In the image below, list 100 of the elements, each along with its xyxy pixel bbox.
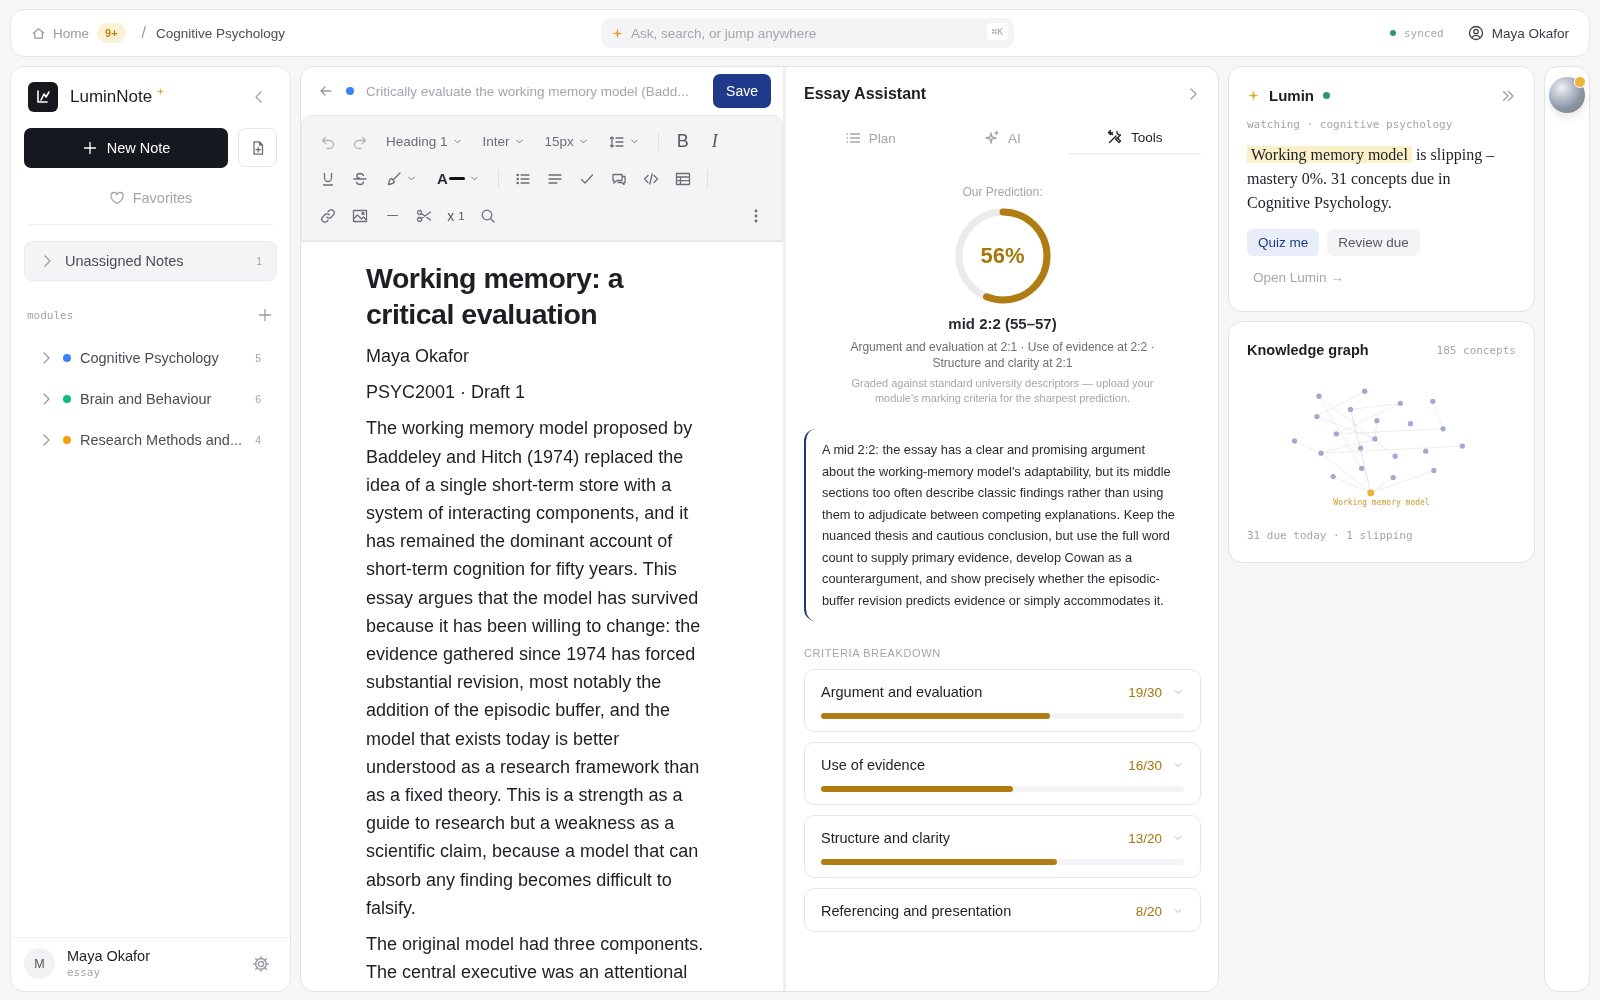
- save-button[interactable]: Save: [713, 74, 771, 108]
- prediction-label: Our Prediction:: [962, 185, 1043, 199]
- heading-dropdown[interactable]: Heading 1: [378, 127, 471, 156]
- focus-node: [1366, 489, 1374, 497]
- strikethrough-icon: [352, 170, 368, 187]
- graph-node: [1373, 418, 1380, 424]
- criterion-name: Argument and evaluation: [821, 684, 984, 700]
- scissors-icon: [416, 207, 432, 224]
- user-icon: [1467, 25, 1484, 41]
- action-button[interactable]: Quiz me: [1247, 229, 1320, 256]
- folder-name: Unassigned Notes: [65, 253, 185, 269]
- app-logo-icon: [28, 82, 58, 112]
- module-item[interactable]: Brain and Behaviour 6: [24, 378, 277, 419]
- plus-icon: [257, 307, 273, 323]
- search-icon: [480, 207, 496, 224]
- breadcrumb-link[interactable]: Cognitive Psychology: [156, 25, 286, 41]
- card-footer: 31 due today · 1 slipping: [1247, 529, 1516, 542]
- link-icon: [320, 207, 336, 224]
- graph-node: [1397, 400, 1403, 406]
- criterion-score: 16/30: [1128, 757, 1162, 773]
- unassigned-notes-item[interactable]: Unassigned Notes 1: [24, 241, 277, 281]
- sparkle-icon: [1247, 89, 1260, 102]
- body-paragraph: The working memory model proposed by Baddeley and Hitch (1974) replaced the idea of a single short-term store with a system of interacting components, and it has remained the dominant account of short-term cognition for fifty years. This essay argues that the model has survived because it has been willing to change: the evidence gathered since 1974 has forced substantial revision, most notably the addition of the episodic buffer, and the model that exists today is better understood as a research framework than as a fixed theory. This is a strength as a guide to research but a weakness as a scientific claim, because a model that can absorb any finding becomes difficult to falsify.: [366, 417, 702, 920]
- plus-icon: [81, 140, 98, 156]
- note-title: Critically evaluate the working memory model (Badd...: [366, 83, 690, 99]
- criterion-card[interactable]: Argument and evaluation 19/30: [804, 669, 1201, 732]
- grade-summary: Argument and evaluation at 2:1 · Use of evidence at 2:2 · Structure and clarity at 2:1: [849, 339, 1156, 371]
- criterion-score: 19/30: [1128, 684, 1162, 700]
- document-title: Working memory: a critical evaluation: [366, 261, 625, 332]
- graph-node: [1422, 448, 1428, 454]
- heart-icon: [108, 190, 125, 206]
- graph-node: [1459, 443, 1465, 449]
- card-subtitle: watching · cognitive psychology: [1247, 118, 1454, 131]
- concept-count: 185 concepts: [1436, 343, 1516, 357]
- graph-node: [1357, 445, 1363, 451]
- focus-node-label: Working memory model: [1333, 498, 1430, 507]
- graph-node: [1430, 467, 1436, 474]
- assistant-message: Working memory model is slipping – mastery 0%. 31 concepts due in Cognitive Psychology.: [1247, 145, 1496, 214]
- italic-button[interactable]: I: [700, 127, 729, 156]
- graph-node: [1315, 393, 1322, 399]
- breadcrumb-separator: /: [141, 24, 146, 42]
- home-icon: [31, 25, 46, 41]
- add-module-button[interactable]: [257, 307, 273, 323]
- bold-button[interactable]: B: [668, 127, 697, 156]
- module-name: Research Methods and...: [80, 431, 243, 448]
- graph-node: [1291, 438, 1297, 444]
- graph-node: [1317, 450, 1324, 456]
- card-title: Knowledge graph: [1247, 342, 1369, 358]
- graph-node: [1347, 406, 1353, 413]
- new-document-button[interactable]: [238, 128, 277, 167]
- tools-icon: [1107, 129, 1124, 145]
- font-dropdown[interactable]: Inter: [474, 127, 533, 156]
- feedback-quote: A mid 2:2: the essay has a clear and promising argument about the working-memory model's adaptability, but its middle sections too often describe classic findings rather than using them to adjudicate between competing explanations. Keep the nuanced thesis and cautious conclusion, but use the full word count to supply primary evidence, develop Cowan as a counterargument, and show precisely whether the episodic-buffer revision predicts evidence or simply accommodates it.: [804, 429, 1201, 621]
- score-percent: 56%: [980, 243, 1025, 269]
- status-dot: [346, 87, 354, 95]
- body-paragraph: The original model had three components. The central executive was an attentional: [366, 933, 705, 985]
- image-icon: [352, 207, 368, 224]
- user-name: Maya Okafor: [67, 948, 151, 964]
- graph-node: [1390, 475, 1396, 481]
- underline-icon: [320, 170, 336, 187]
- sparkle-icon: [156, 87, 166, 96]
- graph-node: [1371, 436, 1377, 442]
- criterion-card[interactable]: Structure and clarity 13/20: [804, 815, 1201, 878]
- graph-node: [1439, 426, 1446, 432]
- assistant-avatar[interactable]: [1549, 77, 1585, 113]
- criterion-name: Structure and clarity: [821, 830, 951, 846]
- module-item[interactable]: Cognitive Psychology 5: [24, 337, 277, 378]
- modules-heading: modules: [27, 308, 74, 322]
- settings-icon: [252, 954, 270, 973]
- criterion-card[interactable]: Use of evidence 16/30: [804, 742, 1201, 805]
- online-dot: [1323, 92, 1330, 99]
- note-count: 4: [255, 433, 261, 446]
- graph-node: [1429, 398, 1435, 404]
- module-name: Brain and Behaviour: [80, 390, 213, 407]
- list-icon: [844, 130, 861, 146]
- user-avatar: M: [24, 948, 55, 979]
- settings-button[interactable]: [252, 954, 270, 973]
- criterion-score: 13/20: [1128, 830, 1162, 846]
- new-note-button[interactable]: New Note: [24, 128, 228, 168]
- document-author: Maya Okafor: [366, 345, 471, 368]
- note-count: 6: [255, 392, 261, 405]
- criterion-score: 8/20: [1135, 903, 1162, 919]
- module-item[interactable]: Research Methods and... 4: [24, 419, 277, 460]
- table-icon: [674, 170, 691, 187]
- note-count: 5: [255, 351, 261, 364]
- app-name: LuminNote: [70, 87, 153, 107]
- panel-title: Essay Assistant: [804, 85, 927, 103]
- graph-node: [1358, 465, 1364, 472]
- criterion-name: Referencing and presentation: [821, 903, 1013, 919]
- tab[interactable]: Tools: [1068, 121, 1201, 155]
- text-color-button[interactable]: A: [429, 164, 488, 193]
- sparkles-icon: [984, 130, 1001, 146]
- action-button[interactable]: Review due: [1327, 229, 1420, 256]
- graph-node: [1333, 431, 1339, 437]
- user-menu-button[interactable]: Maya Okafor: [1467, 25, 1569, 41]
- criterion-card[interactable]: Referencing and presentation 8/20: [804, 888, 1201, 932]
- sync-status: synced: [1389, 26, 1444, 40]
- user-role: essay: [67, 966, 102, 979]
- minus-icon: [386, 214, 398, 217]
- font-size-dropdown[interactable]: 15px: [536, 127, 597, 156]
